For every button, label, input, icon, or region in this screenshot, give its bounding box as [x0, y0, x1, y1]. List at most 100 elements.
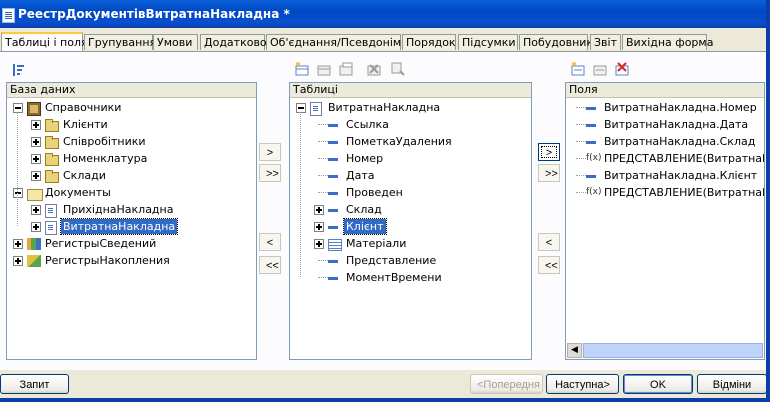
tree-connector: [576, 158, 586, 159]
tab-item-5[interactable]: Порядок: [402, 34, 456, 50]
collapse-icon[interactable]: [13, 188, 23, 198]
expand-icon[interactable]: [13, 239, 23, 249]
fields-list-item-label: ВитратнаНакладна.Склад: [604, 135, 756, 148]
tab-item-6[interactable]: Підсумки: [458, 34, 518, 50]
expand-icon[interactable]: [13, 256, 23, 266]
expand-icon[interactable]: [31, 120, 41, 130]
tables-tree-item-row[interactable]: Ссылка: [290, 116, 531, 133]
database-header: База даних: [7, 83, 256, 98]
database-panel: База даних Справочники Клієнти Співробітни…: [6, 82, 257, 360]
tables-tree-item-row[interactable]: Матеріали: [290, 235, 531, 252]
tables-tree-item-row[interactable]: Проведен: [290, 184, 531, 201]
copy-table-icon[interactable]: [338, 61, 354, 77]
remove-all-tables-button[interactable]: <<: [259, 256, 281, 274]
next-button[interactable]: Наступна>: [546, 374, 619, 394]
folder-icon: [45, 153, 59, 166]
tab-item-0[interactable]: Таблиці і поля: [1, 32, 88, 52]
expand-icon[interactable]: [31, 222, 41, 232]
fields-horizontal-scrollbar[interactable]: ◀: [567, 343, 763, 358]
tables-tree-item-row[interactable]: Представление: [290, 252, 531, 269]
database-tree-item-row[interactable]: Номенклатура: [7, 150, 256, 167]
scroll-left-arrow-icon[interactable]: ◀: [567, 343, 582, 358]
tab-item-1[interactable]: Групування: [84, 34, 156, 50]
fields-list-item-row[interactable]: f(x)ПРЕДСТАВЛЕНИЕ(ВитратнаНакладна.Клієн…: [566, 184, 764, 201]
back-button[interactable]: <Попередня: [470, 374, 543, 394]
ok-button[interactable]: OK: [623, 374, 693, 394]
tables-tree-item-row[interactable]: ВитратнаНакладна: [290, 99, 531, 116]
sort-icon[interactable]: [10, 62, 26, 78]
database-tree-item-row[interactable]: ПрихіднаНакладна: [7, 201, 256, 218]
folder-icon: [45, 170, 59, 183]
tables-tree-item-row[interactable]: ПометкаУдаления: [290, 133, 531, 150]
edit-table-icon[interactable]: [316, 61, 332, 77]
field-icon: [586, 141, 596, 144]
collapse-icon[interactable]: [13, 103, 23, 113]
remove-field-button[interactable]: <: [538, 233, 560, 251]
add-all-tables-button[interactable]: >>: [259, 164, 281, 182]
tables-header: Таблиці: [290, 83, 531, 98]
database-tree-item-row[interactable]: Справочники: [7, 99, 256, 116]
app-icon: [2, 8, 15, 23]
tab-item-3[interactable]: Додатково: [200, 34, 267, 50]
collapse-icon[interactable]: [296, 103, 306, 113]
tables-tree-item-label: МоментВремени: [346, 271, 442, 284]
query-builder-window: РеестрДокументівВитратнаНакладна * Табли…: [0, 0, 770, 402]
tables-tree-item-row[interactable]: МоментВремени: [290, 269, 531, 286]
tables-tree-item-label: Дата: [346, 169, 375, 182]
fields-list-item-row[interactable]: ВитратнаНакладна.Склад: [566, 133, 764, 150]
database-tree-item-row[interactable]: Документы: [7, 184, 256, 201]
field-icon: [586, 107, 596, 110]
tables-tree-item-row[interactable]: Дата: [290, 167, 531, 184]
add-all-fields-button[interactable]: >>: [538, 164, 560, 182]
expand-icon[interactable]: [314, 205, 324, 215]
tables-tree-item-row[interactable]: Склад: [290, 201, 531, 218]
tab-label: Порядок: [406, 36, 456, 49]
expand-icon[interactable]: [31, 137, 41, 147]
database-tree-item-label: Склади: [63, 169, 106, 182]
tab-item-4[interactable]: Об'єднання/Псевдоніми: [266, 34, 408, 50]
field-icon: [328, 209, 338, 212]
tables-tree-item-row[interactable]: Номер: [290, 150, 531, 167]
field-icon: [328, 158, 338, 161]
remove-all-fields-button[interactable]: <<: [538, 256, 560, 274]
query-button[interactable]: Запит: [0, 374, 69, 394]
tab-item-8[interactable]: Звіт: [590, 34, 621, 50]
tables-tree-item-label: Проведен: [346, 186, 403, 199]
remove-table-button[interactable]: <: [259, 233, 281, 251]
database-tree-item-row[interactable]: РегистрыСведений: [7, 235, 256, 252]
title-bar[interactable]: РеестрДокументівВитратнаНакладна *: [0, 0, 770, 28]
expand-icon[interactable]: [31, 154, 41, 164]
database-tree-item-row[interactable]: ВитратнаНакладна: [7, 218, 256, 235]
scrollbar-thumb[interactable]: [583, 343, 763, 358]
delete-field-icon[interactable]: [614, 61, 630, 77]
add-field-button[interactable]: >: [538, 143, 560, 161]
delete-table-icon[interactable]: [366, 61, 382, 77]
add-table-button[interactable]: >: [259, 143, 281, 161]
edit-field-icon[interactable]: [592, 61, 608, 77]
tab-item-7[interactable]: Побудовник: [519, 34, 593, 50]
fields-list-item-row[interactable]: ВитратнаНакладна.Клієнт: [566, 167, 764, 184]
field-icon: [586, 124, 596, 127]
tables-tree-item-row[interactable]: Клієнт: [290, 218, 531, 235]
cancel-button[interactable]: Відміни: [697, 374, 767, 394]
fields-list-item-row[interactable]: ВитратнаНакладна.Дата: [566, 116, 764, 133]
expand-icon[interactable]: [31, 205, 41, 215]
tab-item-9[interactable]: Вихідна форма: [622, 34, 713, 50]
find-table-icon[interactable]: [390, 61, 406, 77]
database-tree-item-row[interactable]: Співробітники: [7, 133, 256, 150]
tab-item-2[interactable]: Умови: [153, 34, 198, 50]
expand-icon[interactable]: [314, 222, 324, 232]
add-table-icon[interactable]: [294, 61, 310, 77]
tab-page-tables-and-fields: База даних Справочники Клієнти Співробітни…: [0, 51, 770, 370]
fields-list-item-row[interactable]: f(x)ПРЕДСТАВЛЕНИЕ(ВитратнаНакладна.Склад…: [566, 150, 764, 167]
database-tree-item-row[interactable]: Склади: [7, 167, 256, 184]
expand-icon[interactable]: [314, 239, 324, 249]
tree-connector: [576, 107, 586, 108]
add-field-icon[interactable]: [570, 61, 586, 77]
fields-list-item-row[interactable]: ВитратнаНакладна.Номер: [566, 99, 764, 116]
tree-connector: [576, 141, 586, 142]
expand-icon[interactable]: [31, 171, 41, 181]
database-tree-item-row[interactable]: РегистрыНакопления: [7, 252, 256, 269]
tree-guide-line: [300, 112, 301, 277]
database-tree-item-row[interactable]: Клієнти: [7, 116, 256, 133]
